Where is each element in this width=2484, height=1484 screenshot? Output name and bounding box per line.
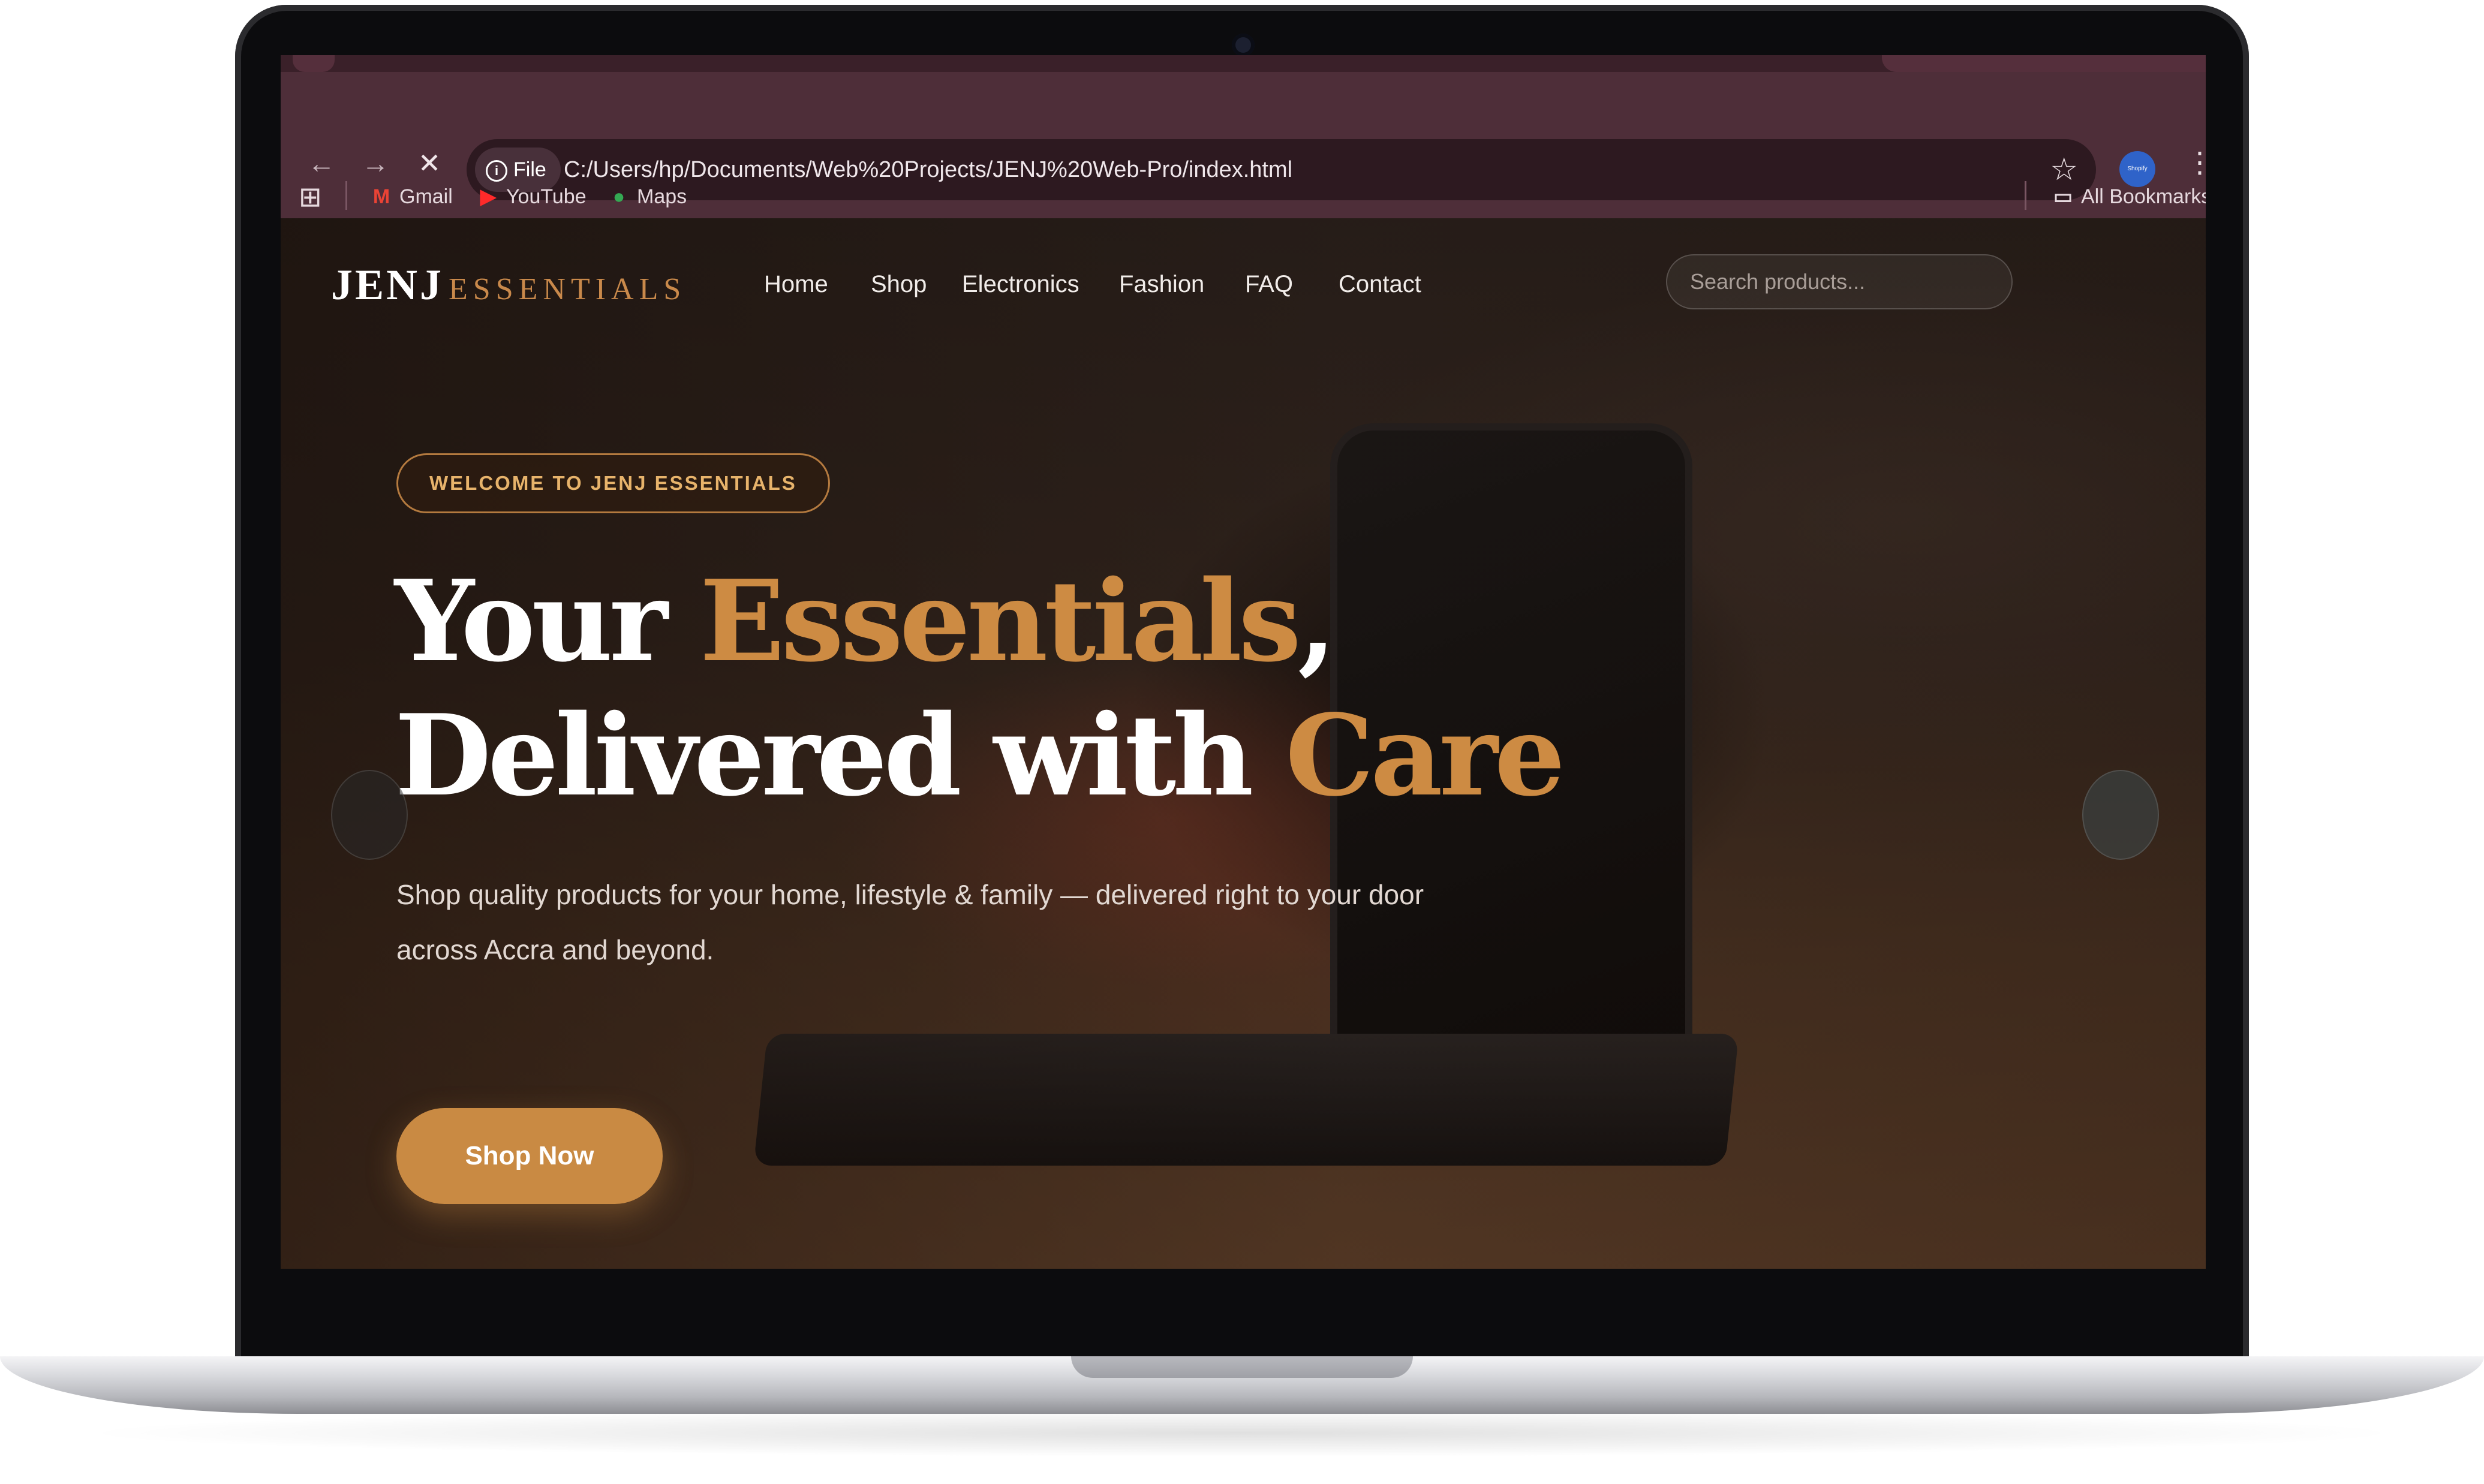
menu-kebab-icon[interactable]: ⋮ <box>2185 145 2206 181</box>
headline-line-1: Your Essentials, <box>395 554 1562 688</box>
headline-text: Delivered with <box>395 690 1286 821</box>
hero-description: Shop quality products for your home, lif… <box>396 879 1424 965</box>
nav-contact[interactable]: Contact <box>1339 266 1421 302</box>
headline-accent: Essentials <box>699 555 1301 687</box>
welcome-badge: WELCOME TO JENJ ESSENTIALS <box>396 453 830 513</box>
address-bar[interactable]: i File C:/Users/hp/Documents/Web%20Projec… <box>467 139 2096 200</box>
file-chip-label: File <box>513 158 546 181</box>
tab-left[interactable] <box>293 55 335 72</box>
bookmark-label: Maps <box>637 185 687 208</box>
site-logo[interactable]: JENJ ESSENTIALS <box>331 260 686 310</box>
headline-line-2: Delivered with Care <box>395 688 1565 823</box>
forward-arrow-icon[interactable]: → <box>357 145 393 181</box>
folder-icon: ▭ <box>2053 185 2073 208</box>
hero-section: JENJ ESSENTIALS Home Shop Electronics Fas… <box>281 218 2206 1269</box>
all-bookmarks-button[interactable]: ▭ All Bookmarks <box>2051 180 2206 213</box>
bookmarks-divider <box>2025 181 2026 210</box>
laptop-shadow <box>72 1409 2411 1457</box>
hero-headline: Your Essentials, Delivered with Care <box>395 554 1565 823</box>
info-icon: i <box>486 160 507 182</box>
laptop-opening-notch <box>1071 1356 1413 1378</box>
bookmark-maps[interactable]: ● Maps <box>607 180 687 213</box>
nav-electronics[interactable]: Electronics <box>962 266 1079 302</box>
tab-right[interactable] <box>1882 55 2206 72</box>
laptop-screen: ← → ✕ i File C:/Users/hp/Documents/Web%20… <box>281 55 2206 1269</box>
apps-grid-icon[interactable]: ⊞ <box>299 180 322 213</box>
stop-loading-icon[interactable]: ✕ <box>411 145 447 181</box>
nav-faq[interactable]: FAQ <box>1245 266 1293 302</box>
site-navbar: JENJ ESSENTIALS Home Shop Electronics Fas… <box>281 218 2206 338</box>
all-bookmarks-label: All Bookmarks <box>2081 185 2206 208</box>
logo-main: JENJ <box>331 261 444 309</box>
tab-strip <box>281 55 2206 72</box>
bookmarks-divider <box>345 181 347 210</box>
nav-shop[interactable]: Shop <box>871 266 927 302</box>
logo-sub: ESSENTIALS <box>449 272 687 306</box>
search-input[interactable] <box>1666 254 2013 309</box>
headline-accent: Care <box>1285 690 1565 821</box>
nav-home[interactable]: Home <box>764 266 828 302</box>
headline-text: , <box>1297 555 1337 687</box>
bookmark-gmail[interactable]: M Gmail <box>369 180 453 213</box>
back-arrow-icon[interactable]: ← <box>303 145 339 181</box>
bookmark-label: Gmail <box>399 185 453 208</box>
headline-text: Your <box>395 555 700 687</box>
shop-now-button[interactable]: Shop Now <box>396 1108 663 1204</box>
maps-icon: ● <box>612 185 625 208</box>
slider-next-button[interactable] <box>2082 770 2159 860</box>
bookmark-youtube[interactable]: ▶ YouTube <box>476 180 587 213</box>
browser-chrome: ← → ✕ i File C:/Users/hp/Documents/Web%20… <box>281 55 2206 218</box>
nav-fashion[interactable]: Fashion <box>1119 266 1204 302</box>
bookmark-label: YouTube <box>506 185 587 208</box>
slider-prev-button[interactable] <box>331 770 408 860</box>
webcam <box>1232 34 1255 56</box>
gmail-icon: M <box>372 185 390 208</box>
youtube-icon: ▶ <box>480 185 497 208</box>
